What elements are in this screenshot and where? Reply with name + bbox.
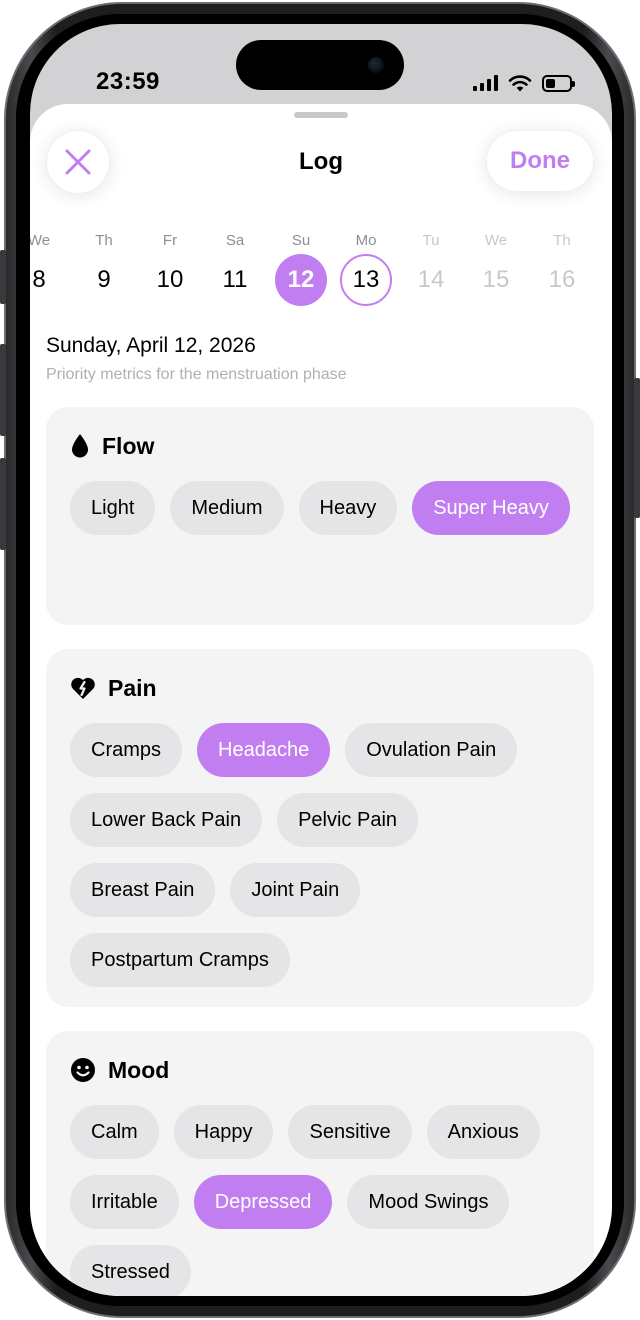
day-10[interactable]: Fr 10 — [142, 230, 198, 306]
pain-card: Pain Cramps Headache Ovulation Pain Lower B… — [46, 649, 594, 1007]
power-button — [634, 378, 640, 518]
weekday-label: Su — [291, 232, 311, 249]
flow-options: Light Medium Heavy Super Heavy — [70, 481, 570, 535]
day-number: 10 — [156, 266, 184, 293]
cellular-signal-icon — [473, 75, 498, 91]
day-14: Tu 14 — [403, 230, 459, 306]
weekday-label: Mo — [355, 232, 377, 249]
front-camera — [368, 57, 384, 73]
day-12[interactable]: Su 12 — [273, 230, 329, 306]
weekday-label: We — [30, 232, 51, 249]
day-number: 14 — [417, 266, 445, 293]
option-chip-headache[interactable]: Headache — [197, 723, 331, 777]
option-chip-medium[interactable]: Medium — [170, 481, 284, 535]
flow-title: Flow — [102, 432, 155, 459]
weekday-label: Fr — [162, 232, 178, 249]
volume-down-button — [0, 458, 6, 550]
day-number: 12 — [275, 254, 327, 306]
drop-icon — [72, 434, 88, 458]
day-16: Th 16 — [534, 230, 590, 306]
day-15: We 15 — [468, 230, 524, 306]
day-number: 13 — [340, 254, 392, 306]
weekday-label: We — [484, 232, 508, 249]
done-button[interactable]: Done — [486, 130, 594, 192]
option-chip-stressed[interactable]: Stressed — [70, 1245, 191, 1296]
phase-subtitle: Priority metrics for the menstruation ph… — [46, 366, 347, 383]
wifi-icon — [508, 75, 532, 92]
mood-card: Mood Calm Happy Sensitive Anxious Irritable D… — [46, 1031, 594, 1296]
pain-title: Pain — [108, 674, 157, 701]
screen: 23:59 Log Done We 8 Th 9 Fr 10 Sa 11 Su 12 Mo 13 Tu 1… — [30, 24, 612, 1296]
option-chip-calm[interactable]: Calm — [70, 1105, 159, 1159]
option-chip-mood-swings[interactable]: Mood Swings — [347, 1175, 510, 1229]
weekday-label: Th — [553, 232, 571, 249]
week-strip: We 8 Th 9 Fr 10 Sa 11 Su 12 Mo 13 Tu 14 We 15 Th 16 — [30, 230, 612, 320]
option-chip-ovulation-pain[interactable]: Ovulation Pain — [345, 723, 518, 777]
status-icons — [473, 74, 575, 92]
status-time: 23:59 — [96, 68, 160, 95]
mood-title: Mood — [108, 1056, 170, 1083]
day-number: 15 — [482, 266, 510, 293]
volume-up-button — [0, 344, 6, 436]
selected-date-heading: Sunday, April 12, 2026 — [46, 334, 256, 357]
day-number: 8 — [32, 266, 46, 293]
day-number: 16 — [548, 266, 576, 293]
option-chip-irritable[interactable]: Irritable — [70, 1175, 179, 1229]
option-chip-cramps[interactable]: Cramps — [70, 723, 183, 777]
option-chip-depressed[interactable]: Depressed — [193, 1175, 333, 1229]
dynamic-island — [236, 40, 404, 90]
day-number: 11 — [222, 266, 248, 293]
option-chip-lower-back-pain[interactable]: Lower Back Pain — [70, 793, 263, 847]
day-number: 9 — [97, 266, 111, 293]
day-8[interactable]: We 8 — [30, 230, 67, 306]
option-chip-anxious[interactable]: Anxious — [426, 1105, 540, 1159]
sheet-grabber[interactable] — [294, 112, 348, 118]
battery-icon — [542, 74, 575, 92]
weekday-label: Th — [95, 232, 113, 249]
option-chip-pelvic-pain[interactable]: Pelvic Pain — [277, 793, 419, 847]
day-11[interactable]: Sa 11 — [207, 230, 263, 306]
option-chip-light[interactable]: Light — [70, 481, 156, 535]
weekday-label: Sa — [225, 232, 245, 249]
broken-heart-icon — [71, 677, 95, 699]
option-chip-super-heavy[interactable]: Super Heavy — [412, 481, 570, 535]
day-13[interactable]: Mo 13 — [338, 230, 394, 306]
pain-options: Cramps Headache Ovulation Pain Lower Back P… — [70, 723, 570, 987]
option-chip-breast-pain[interactable]: Breast Pain — [70, 863, 216, 917]
day-9[interactable]: Th 9 — [76, 230, 132, 306]
mood-options: Calm Happy Sensitive Anxious Irritable Depres… — [70, 1105, 570, 1296]
option-chip-sensitive[interactable]: Sensitive — [288, 1105, 412, 1159]
option-chip-postpartum-cramps[interactable]: Postpartum Cramps — [70, 933, 290, 987]
option-chip-happy[interactable]: Happy — [173, 1105, 274, 1159]
smiley-icon — [71, 1058, 95, 1082]
action-button — [0, 250, 6, 304]
option-chip-heavy[interactable]: Heavy — [298, 481, 398, 535]
weekday-label: Tu — [422, 232, 440, 249]
log-sheet: Log Done We 8 Th 9 Fr 10 Sa 11 Su 12 Mo 13 Tu 14 We 15 T… — [30, 104, 612, 1296]
option-chip-joint-pain[interactable]: Joint Pain — [230, 863, 361, 917]
flow-card: Flow Light Medium Heavy Super Heavy — [46, 407, 594, 625]
